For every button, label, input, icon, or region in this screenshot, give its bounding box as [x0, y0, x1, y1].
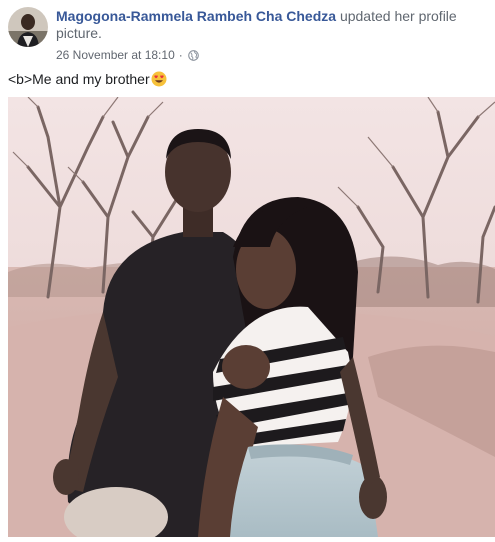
heart-eyes-emoji-icon	[151, 71, 167, 87]
profile-picture-photo[interactable]	[8, 96, 495, 542]
post-meta: 26 November at 18:10 ·	[56, 48, 199, 62]
post-caption: <b>Me and my brother	[8, 71, 167, 87]
avatar-image	[8, 7, 48, 47]
meta-separator: ·	[178, 48, 183, 62]
caption-text: <b>Me and my brother	[8, 71, 150, 87]
globe-icon[interactable]	[187, 49, 199, 61]
post-timestamp[interactable]: 26 November at 18:10	[56, 48, 175, 62]
post-header: Magogona-Rammela Rambeh Cha Chedza updat…	[56, 8, 486, 42]
photo-image	[8, 96, 495, 542]
author-name-link[interactable]: Magogona-Rammela Rambeh Cha Chedza	[56, 8, 336, 24]
feed-post: Magogona-Rammela Rambeh Cha Chedza updat…	[0, 0, 495, 542]
author-avatar[interactable]	[8, 7, 48, 47]
